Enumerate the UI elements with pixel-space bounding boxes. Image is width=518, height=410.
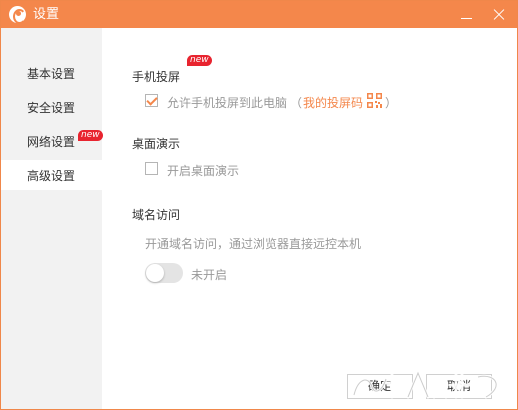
domain-access-status: 未开启 xyxy=(191,268,228,282)
my-cast-code-link[interactable]: 我的投屏码 xyxy=(303,94,363,111)
new-badge: new xyxy=(187,55,212,66)
window-title: 设置 xyxy=(33,7,60,22)
domain-access-description: 开通域名访问，通过浏览器直接远控本机 xyxy=(145,237,362,251)
section-title-domain-access: 域名访问 xyxy=(132,208,181,222)
sidebar-item-label: 网络设置 xyxy=(27,135,76,149)
qr-code-icon[interactable] xyxy=(367,93,382,108)
toggle-knob xyxy=(146,264,164,282)
settings-window: 设置 基本设置 安全设置 网络设置 高级设置 new 手机投屏 new 允许手机… xyxy=(0,0,518,410)
sidebar-item-advanced[interactable]: 高级设置 xyxy=(1,160,102,190)
paren-open: （ xyxy=(290,96,303,110)
new-badge: new xyxy=(78,130,103,141)
close-button[interactable] xyxy=(484,1,514,28)
sidebar-item-label: 安全设置 xyxy=(27,101,76,115)
section-title-screen-cast: 手机投屏 xyxy=(132,70,181,84)
watermark-logo xyxy=(352,369,498,399)
app-logo-icon xyxy=(9,6,26,24)
title-bar[interactable]: 设置 xyxy=(1,1,517,28)
sidebar-item-basic[interactable]: 基本设置 xyxy=(1,58,102,88)
settings-sidebar: 基本设置 安全设置 网络设置 高级设置 xyxy=(1,28,102,409)
allow-screen-cast-checkbox[interactable] xyxy=(145,94,158,107)
minimize-button[interactable] xyxy=(452,1,482,28)
sidebar-item-label: 基本设置 xyxy=(27,67,76,81)
sidebar-item-security[interactable]: 安全设置 xyxy=(1,92,102,122)
desktop-demo-checkbox[interactable] xyxy=(145,162,158,175)
sidebar-item-label: 高级设置 xyxy=(27,169,76,183)
desktop-demo-label[interactable]: 开启桌面演示 xyxy=(167,162,239,179)
section-title-desktop-demo: 桌面演示 xyxy=(132,137,181,151)
allow-screen-cast-label[interactable]: 允许手机投屏到此电脑 xyxy=(167,94,287,111)
paren-close: ） xyxy=(385,96,398,110)
domain-access-toggle[interactable] xyxy=(145,263,183,283)
